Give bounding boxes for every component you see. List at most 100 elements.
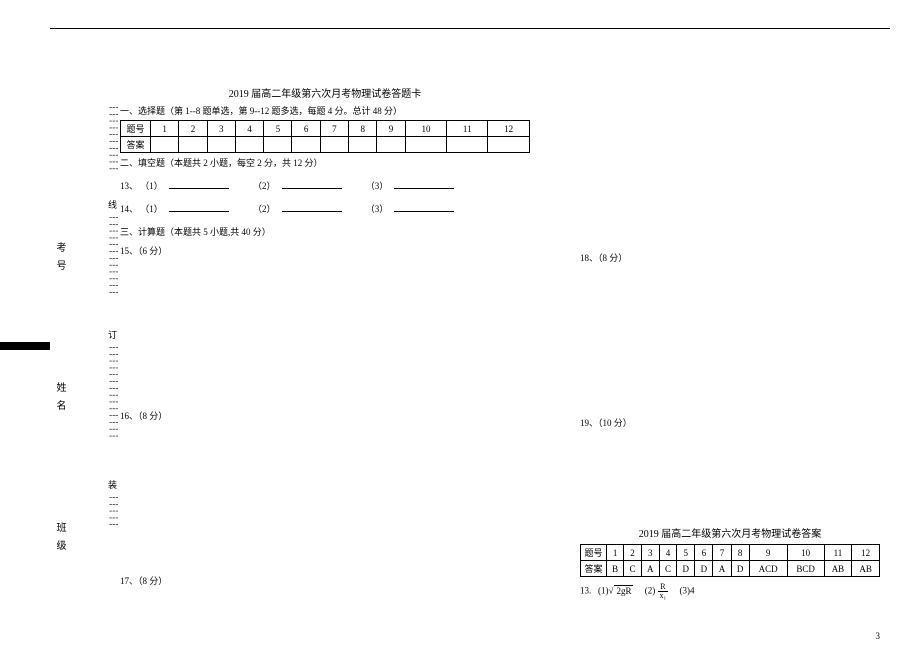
frac-den: x₁ bbox=[657, 592, 668, 600]
col-num: 3 bbox=[641, 545, 659, 561]
col-num: 5 bbox=[677, 545, 695, 561]
margin-banji: 班级 bbox=[52, 522, 67, 558]
col-num: 11 bbox=[824, 545, 852, 561]
ans-cell: A bbox=[713, 561, 731, 577]
col-num: 9 bbox=[377, 121, 405, 137]
q13-p2: （2） bbox=[253, 181, 276, 191]
q14-blank-1[interactable] bbox=[169, 202, 229, 212]
q13ans-p2-prefix: (2) bbox=[645, 586, 656, 596]
col-num: 4 bbox=[235, 121, 263, 137]
row-label-tihao: 题号 bbox=[581, 545, 607, 561]
ans-cell: ACD bbox=[749, 561, 787, 577]
q13ans-frac: R x₁ bbox=[657, 583, 668, 600]
col-num: 4 bbox=[659, 545, 676, 561]
col-num: 5 bbox=[264, 121, 292, 137]
ans-cell: D bbox=[677, 561, 695, 577]
left-column: 2019 届高二年级第六次月考物理试卷答题卡 一、选择题（第 1--8 题单选，… bbox=[120, 85, 530, 593]
q15: 15、（6 分） bbox=[120, 244, 530, 257]
q13-label: 13、 bbox=[120, 181, 138, 191]
right-column: 18、（8 分） 19、（10 分） 2019 届高二年级第六次月考物理试卷答案… bbox=[580, 85, 880, 606]
section-3-heading: 三、计算题（本题共 5 小题,共 40 分） bbox=[120, 225, 530, 238]
ans-cell: C bbox=[659, 561, 676, 577]
ans-cell[interactable] bbox=[447, 137, 488, 153]
q19: 19、（10 分） bbox=[580, 416, 880, 429]
q13-blank-2[interactable] bbox=[282, 179, 342, 189]
q14-row: 14、 （1） （2） （3） bbox=[120, 202, 530, 215]
q14-label: 14、 bbox=[120, 204, 138, 214]
q14-p1: （1） bbox=[140, 204, 163, 214]
ans-cell: AB bbox=[852, 561, 880, 577]
col-num: 7 bbox=[320, 121, 348, 137]
row-label-daan: 答案 bbox=[121, 137, 151, 153]
col-num: 10 bbox=[787, 545, 824, 561]
answer-key-title: 2019 届高二年级第六次月考物理试卷答案 bbox=[580, 525, 880, 540]
dotted-seg-2: ┆┆┆┆┆┆┆┆┆┆┆┆ bbox=[108, 215, 118, 325]
ans-cell[interactable] bbox=[207, 137, 235, 153]
ans-cell: D bbox=[731, 561, 749, 577]
ans-cell: A bbox=[641, 561, 659, 577]
ans-cell[interactable] bbox=[405, 137, 447, 153]
col-num: 2 bbox=[624, 545, 641, 561]
ans-cell: B bbox=[607, 561, 624, 577]
table-row: 题号 1 2 3 4 5 6 7 8 9 10 11 12 bbox=[581, 545, 880, 561]
q13-blank-3[interactable] bbox=[394, 179, 454, 189]
dotted-char-zhuang: 装 bbox=[106, 480, 119, 489]
table-row: 答案 bbox=[121, 137, 530, 153]
q13-row: 13、 （1） （2） （3） bbox=[120, 179, 530, 192]
col-num: 11 bbox=[447, 121, 488, 137]
q13ans-sqrt-inner: 2gR bbox=[614, 585, 633, 596]
ans-cell[interactable] bbox=[151, 137, 179, 153]
q14-p2: （2） bbox=[253, 204, 276, 214]
col-num: 12 bbox=[488, 121, 530, 137]
col-num: 2 bbox=[179, 121, 207, 137]
ans-cell: AB bbox=[824, 561, 852, 577]
dotted-char-xian: 线 bbox=[106, 200, 119, 209]
ans-cell[interactable] bbox=[349, 137, 377, 153]
dotted-seg-3: ┆┆┆┆┆┆┆┆┆┆┆┆┆┆ bbox=[108, 345, 118, 475]
answer-card-table: 题号 1 2 3 4 5 6 7 8 9 10 11 12 答案 bbox=[120, 120, 530, 153]
ans-cell[interactable] bbox=[320, 137, 348, 153]
col-num: 6 bbox=[695, 545, 713, 561]
ans-cell[interactable] bbox=[377, 137, 405, 153]
answer-card-title: 2019 届高二年级第六次月考物理试卷答题卡 bbox=[120, 85, 530, 100]
q13-answers: 13. (1)√2gR (2) R x₁ (3)4 bbox=[580, 583, 880, 600]
col-num: 6 bbox=[292, 121, 320, 137]
col-num: 8 bbox=[731, 545, 749, 561]
col-num: 8 bbox=[349, 121, 377, 137]
col-num: 9 bbox=[749, 545, 787, 561]
ans-cell: D bbox=[695, 561, 713, 577]
ans-cell[interactable] bbox=[264, 137, 292, 153]
black-marker-bar bbox=[0, 342, 50, 350]
col-num: 1 bbox=[151, 121, 179, 137]
table-row: 答案 B C A C D D A D ACD BCD AB AB bbox=[581, 561, 880, 577]
section-1-heading: 一、选择题（第 1--8 题单选，第 9--12 题多选，每题 4 分。总计 4… bbox=[120, 104, 530, 117]
dotted-seg-4: ┆┆┆┆┆ bbox=[108, 495, 118, 545]
ans-cell[interactable] bbox=[179, 137, 207, 153]
q18: 18、（8 分） bbox=[580, 251, 880, 264]
q13-p3: （3） bbox=[366, 181, 389, 191]
table-row: 题号 1 2 3 4 5 6 7 8 9 10 11 12 bbox=[121, 121, 530, 137]
ans-cell[interactable] bbox=[488, 137, 530, 153]
sqrt-sign: √ bbox=[609, 586, 614, 596]
col-num: 7 bbox=[713, 545, 731, 561]
ans-cell[interactable] bbox=[292, 137, 320, 153]
q17: 17、（8 分） bbox=[120, 574, 530, 587]
q14-p3: （3） bbox=[366, 204, 389, 214]
q14-blank-3[interactable] bbox=[394, 202, 454, 212]
q14-blank-2[interactable] bbox=[282, 202, 342, 212]
page-number: 3 bbox=[876, 631, 881, 641]
row-label-daan: 答案 bbox=[581, 561, 607, 577]
margin-xingming: 姓名 bbox=[52, 382, 67, 418]
ans-cell: C bbox=[624, 561, 641, 577]
ans-cell: BCD bbox=[787, 561, 824, 577]
left-margin: 考号 姓名 班级 bbox=[52, 100, 112, 540]
q13-blank-1[interactable] bbox=[169, 179, 229, 189]
col-num: 10 bbox=[405, 121, 447, 137]
ans-cell[interactable] bbox=[235, 137, 263, 153]
col-num: 3 bbox=[207, 121, 235, 137]
q13ans-p3: (3)4 bbox=[680, 586, 695, 596]
q16: 16、（8 分） bbox=[120, 409, 530, 422]
q13ans-label: 13. bbox=[580, 586, 591, 596]
dotted-char-ding: 订 bbox=[106, 330, 119, 339]
margin-kaohao: 考号 bbox=[52, 242, 67, 278]
